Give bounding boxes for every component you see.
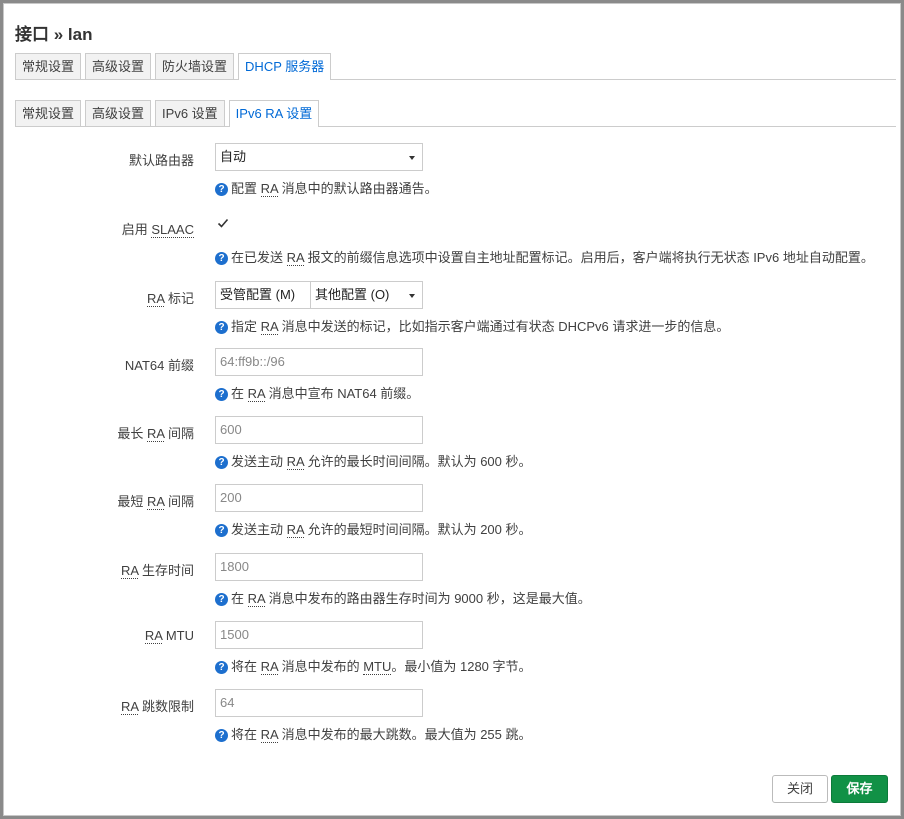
slaac-help: ? 在已发送 RA 报文的前缀信息选项中设置自主地址配置标记。启用后，客户端将执行… — [215, 247, 874, 266]
dialog-title: 接口 » lan — [15, 25, 93, 44]
slaac-label: 启用 SLAAC — [121, 222, 194, 238]
min-interval-label: 最短 RA 间隔 — [117, 494, 194, 510]
subtab-general[interactable]: 常规设置 — [15, 100, 82, 126]
interface-dialog: 接口 » lan 常规设置 高级设置 防火墙设置 DHCP 服务器 常规设置 高… — [3, 3, 901, 816]
help-icon: ? — [215, 661, 228, 674]
sub-tabs: 常规设置 高级设置 IPv6 设置 IPv6 RA 设置 — [15, 100, 896, 127]
close-button[interactable]: 关闭 — [772, 775, 828, 803]
slaac-checkbox[interactable] — [217, 217, 229, 229]
ra-flags-multiselect[interactable]: 受管配置 (M) 其他配置 (O) — [215, 281, 423, 309]
help-icon: ? — [215, 456, 228, 469]
ra-flags-label: RA 标记 — [147, 291, 194, 307]
max-interval-label: 最长 RA 间隔 — [117, 426, 194, 442]
hoplimit-label: RA 跳数限制 — [121, 699, 194, 715]
nat64-label: NAT64 前缀 — [124, 358, 194, 373]
min-interval-input[interactable]: 200 — [215, 484, 423, 512]
ra-flag-managed[interactable]: 受管配置 (M) — [220, 282, 295, 308]
help-icon: ? — [215, 593, 228, 606]
tab-firewall[interactable]: 防火墙设置 — [155, 53, 235, 79]
subtab-ipv6[interactable]: IPv6 设置 — [155, 100, 225, 126]
max-interval-input[interactable]: 600 — [215, 416, 423, 444]
subtab-ipv6-ra[interactable]: IPv6 RA 设置 — [228, 100, 320, 127]
mtu-label: RA MTU — [144, 628, 194, 644]
tab-advanced[interactable]: 高级设置 — [85, 53, 152, 79]
lifetime-help: ? 在 RA 消息中发布的路由器生存时间为 9000 秒，这是最大值。 — [215, 588, 591, 607]
tab-general[interactable]: 常规设置 — [15, 53, 82, 79]
help-icon: ? — [215, 183, 228, 196]
chevron-down-icon — [409, 156, 415, 160]
hoplimit-input[interactable]: 64 — [215, 689, 423, 717]
min-interval-help: ? 发送主动 RA 允许的最短时间间隔。默认为 200 秒。 — [215, 519, 532, 538]
ra-flags-help: ? 指定 RA 消息中发送的标记，比如指示客户端通过有状态 DHCPv6 请求进一… — [215, 316, 729, 335]
default-router-label: 默认路由器 — [128, 153, 194, 168]
chip-divider — [310, 282, 311, 308]
mtu-input[interactable]: 1500 — [215, 621, 423, 649]
default-router-value: 自动 — [220, 149, 247, 164]
main-tabs: 常规设置 高级设置 防火墙设置 DHCP 服务器 — [15, 53, 896, 80]
max-interval-help: ? 发送主动 RA 允许的最长时间间隔。默认为 600 秒。 — [215, 451, 532, 470]
default-router-help: ? 配置 RA 消息中的默认路由器通告。 — [215, 178, 438, 197]
tab-dhcp-server[interactable]: DHCP 服务器 — [238, 53, 332, 80]
help-icon: ? — [215, 388, 228, 401]
chevron-down-icon — [409, 294, 415, 298]
hoplimit-help: ? 将在 RA 消息中发布的最大跳数。最大值为 255 跳。 — [215, 724, 532, 743]
mtu-help: ? 将在 RA 消息中发布的 MTU。最小值为 1280 字节。 — [215, 656, 532, 675]
default-router-select[interactable]: 自动 — [215, 143, 423, 171]
nat64-input[interactable]: 64:ff9b::/96 — [215, 348, 423, 376]
help-icon: ? — [215, 252, 228, 265]
nat64-help: ? 在 RA 消息中宣布 NAT64 前缀。 — [215, 383, 419, 402]
help-icon: ? — [215, 321, 228, 334]
lifetime-label: RA 生存时间 — [121, 563, 194, 579]
save-button[interactable]: 保存 — [831, 775, 888, 803]
lifetime-input[interactable]: 1800 — [215, 553, 423, 581]
help-icon: ? — [215, 524, 228, 537]
ra-flag-other[interactable]: 其他配置 (O) — [315, 282, 389, 308]
help-icon: ? — [215, 729, 228, 742]
subtab-advanced[interactable]: 高级设置 — [85, 100, 152, 126]
